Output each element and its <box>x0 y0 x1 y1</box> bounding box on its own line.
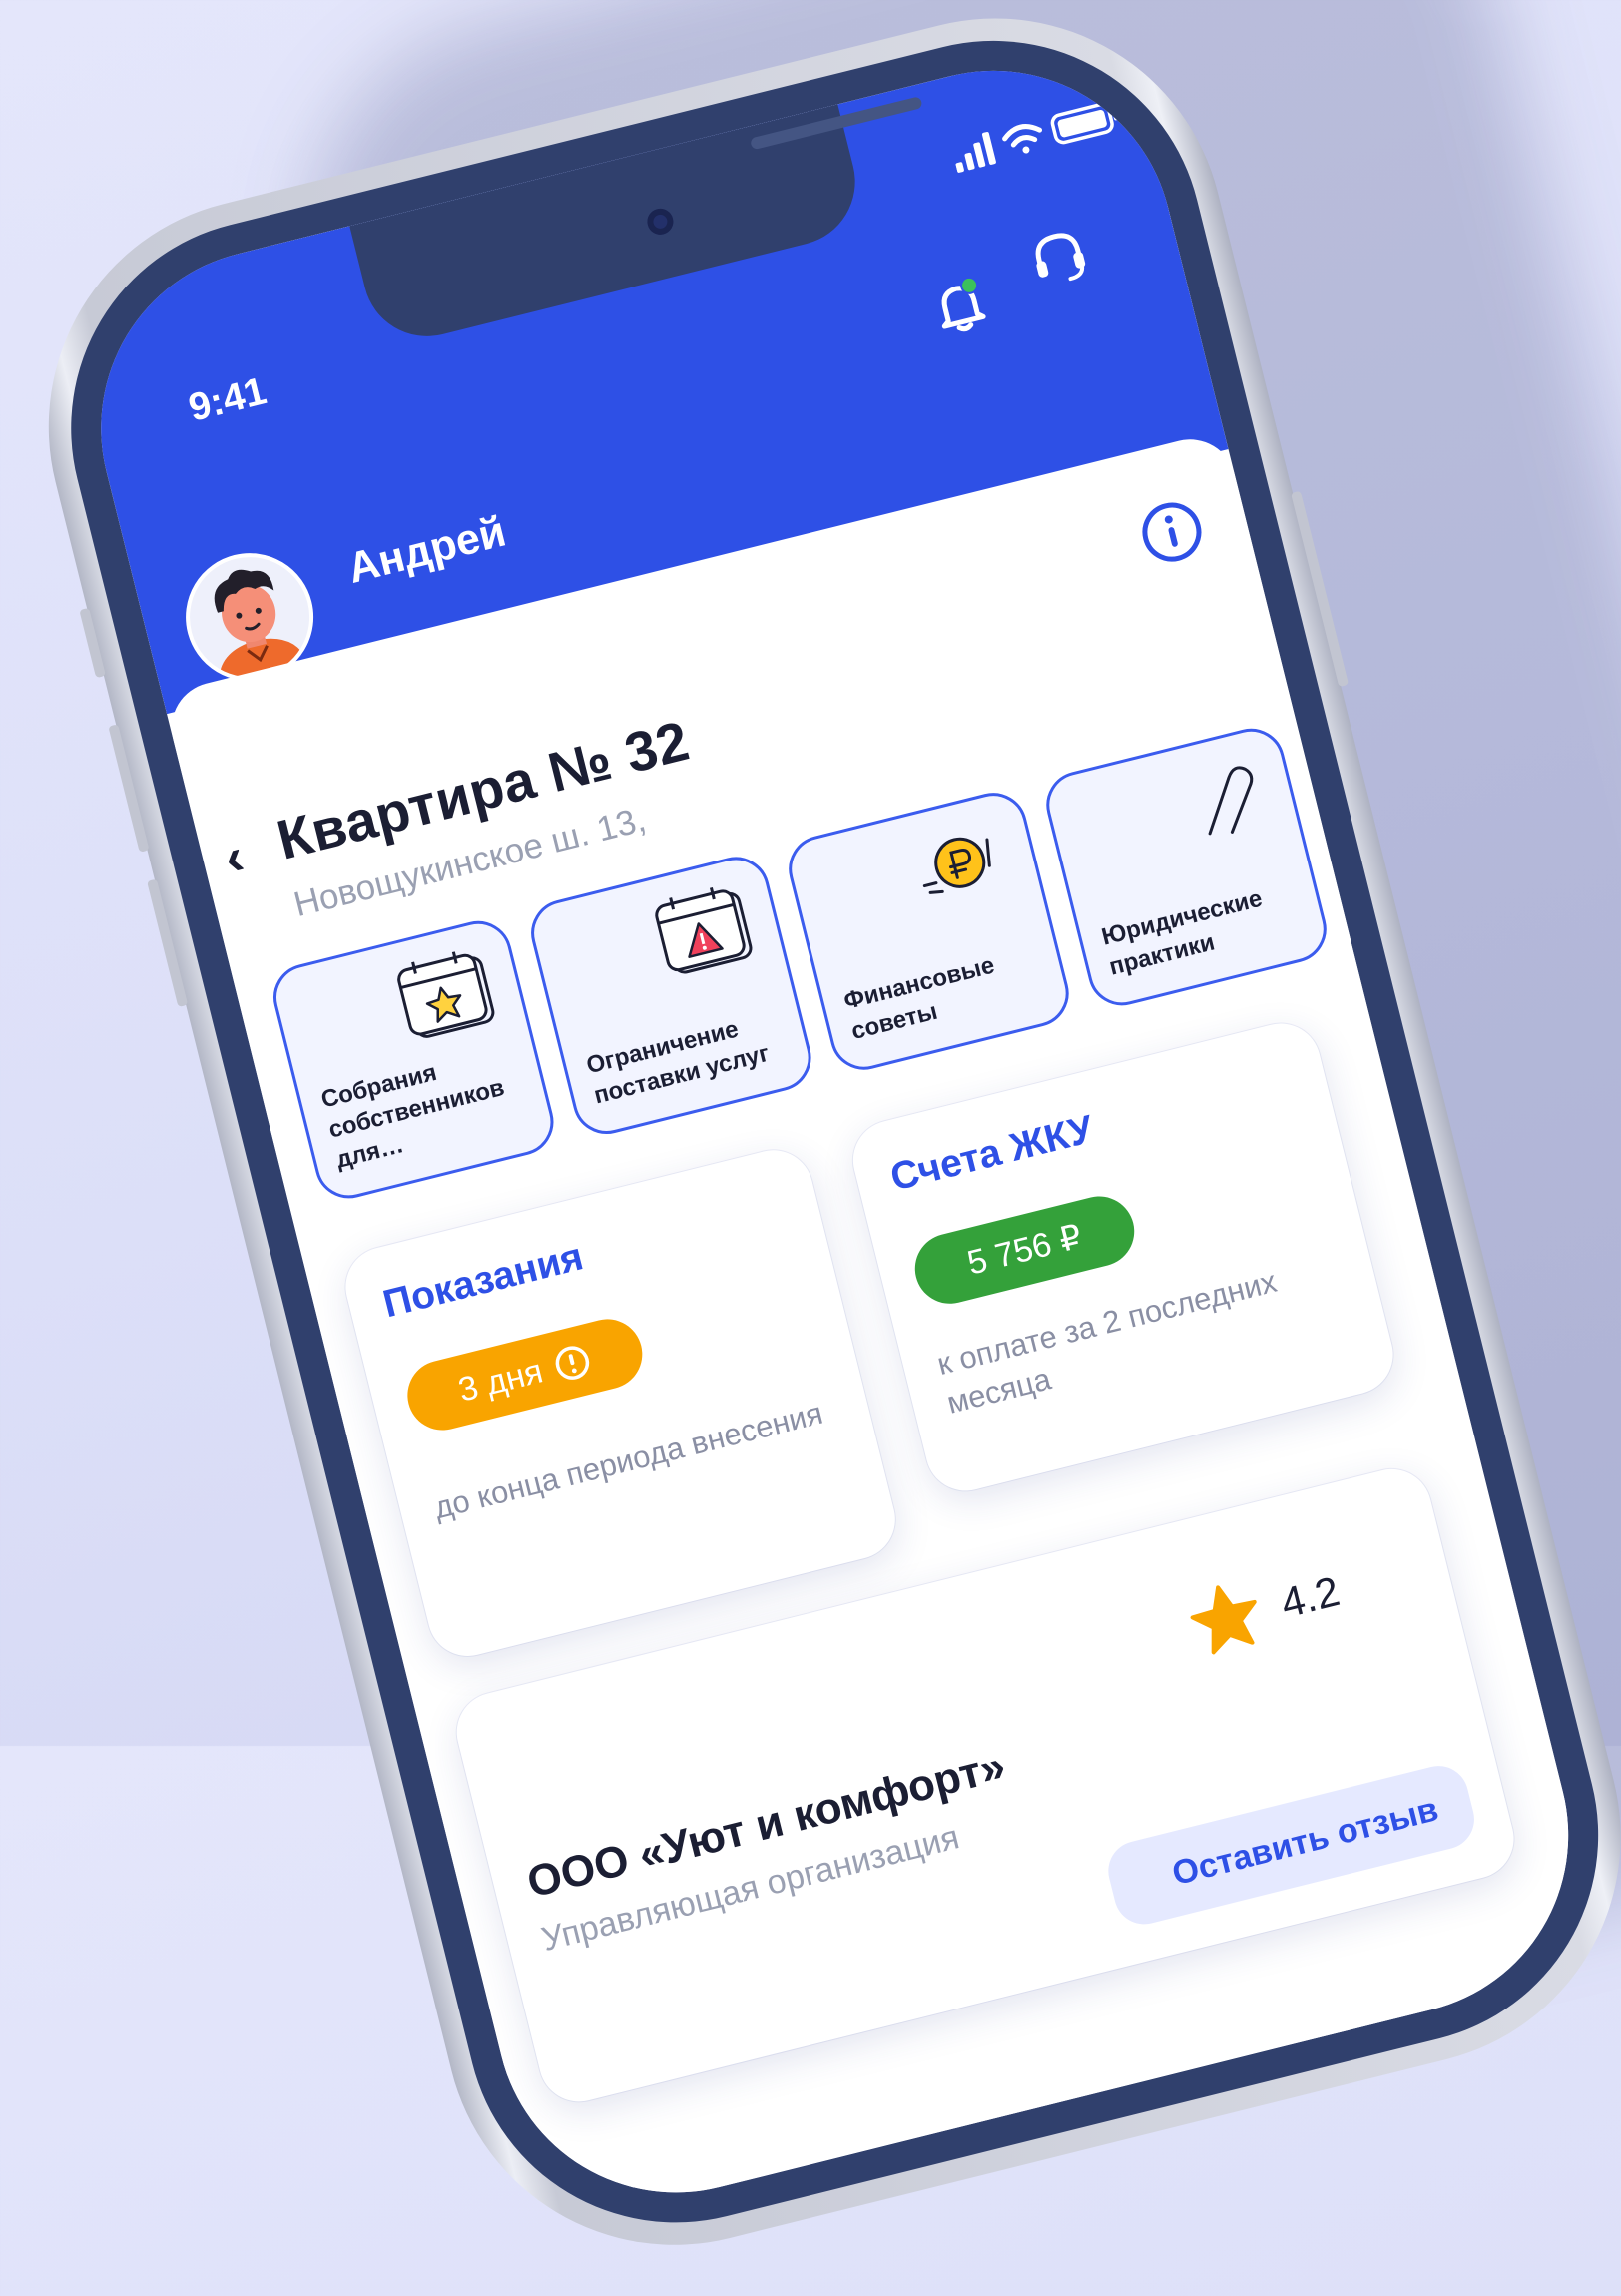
tile-legal-practices[interactable]: Юридические практики <box>1039 721 1334 1013</box>
ruble-coin-icon <box>922 837 991 894</box>
readings-days-badge: 3 дня <box>399 1311 650 1437</box>
tile-label: Ограничение поставки услуг <box>583 1015 773 1110</box>
tile-service-restriction[interactable]: Ограничение поставки услуг <box>523 850 818 1142</box>
cellular-signal-icon <box>955 132 996 173</box>
bills-card[interactable]: Счета ЖКУ 5 756 ₽ к оплате за 2 последни… <box>844 1015 1402 1499</box>
leave-review-button[interactable]: Оставить отзыв <box>1101 1759 1481 1931</box>
paperclip-icon <box>1208 766 1254 836</box>
info-icon[interactable] <box>1134 495 1209 570</box>
calendar-star-icon <box>397 951 495 1038</box>
readings-days-text: 3 дня <box>454 1351 547 1410</box>
notification-dot <box>960 276 979 294</box>
tile-label: Юридические практики <box>1098 884 1266 981</box>
rating-value: 4.2 <box>1276 1566 1345 1627</box>
readings-title: Показания <box>378 1235 588 1327</box>
readings-card[interactable]: Показания 3 дня до конца периода внесени… <box>336 1141 904 1665</box>
back-chevron-icon[interactable]: ‹ <box>219 827 250 888</box>
tile-owners-meetings[interactable]: Собрания собственников для… <box>266 913 561 1206</box>
bills-amount-badge: 5 756 ₽ <box>907 1189 1142 1312</box>
star-icon <box>1190 1585 1257 1655</box>
bills-title: Счета ЖКУ <box>886 1107 1098 1200</box>
tile-label: Собрания собственников для… <box>318 1058 508 1174</box>
tile-label: Финансовые советы <box>840 951 997 1046</box>
wifi-icon <box>1002 124 1043 154</box>
tile-financial-tips[interactable]: Финансовые советы <box>782 785 1076 1077</box>
alert-circle-icon <box>555 1346 589 1380</box>
front-camera <box>644 206 677 238</box>
calendar-warning-icon <box>655 886 753 974</box>
company-rating: 4.2 <box>1182 1555 1347 1662</box>
